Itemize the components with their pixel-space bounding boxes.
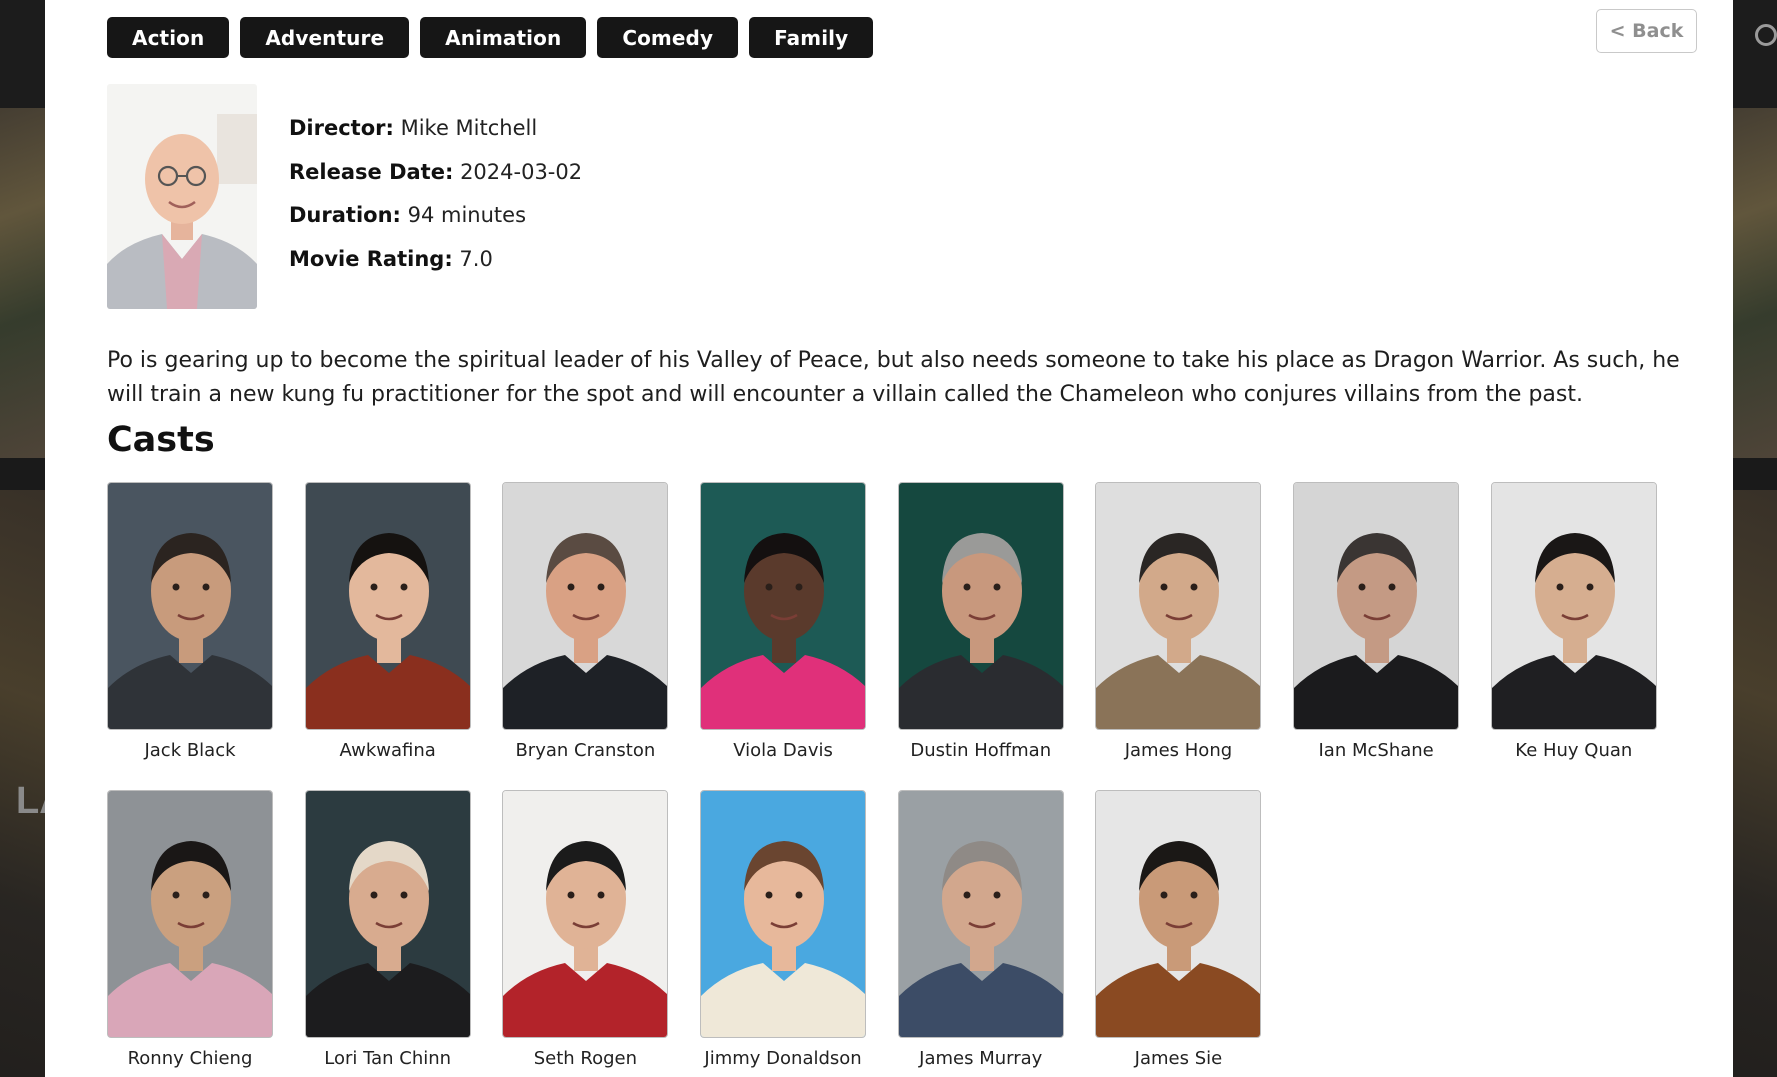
cast-card[interactable]: Viola Davis [700, 482, 867, 761]
cast-photo [1095, 790, 1262, 1038]
duration-label: Duration: [289, 203, 401, 227]
background-left: LA [0, 0, 45, 1077]
cast-photo [107, 790, 273, 1038]
cast-name: Jimmy Donaldson [704, 1048, 862, 1069]
cast-card[interactable]: Dustin Hoffman [897, 482, 1064, 761]
cast-name: James Murray [919, 1048, 1043, 1069]
cast-card[interactable]: Jimmy Donaldson [700, 790, 867, 1069]
cast-photo [1095, 482, 1262, 730]
cast-photo [897, 482, 1064, 730]
cast-card[interactable]: Ronny Chieng [107, 790, 273, 1069]
genre-chip-adventure[interactable]: Adventure [240, 17, 410, 58]
cast-photo [304, 482, 471, 730]
cast-card[interactable]: Ian McShane [1293, 482, 1460, 761]
director-row: Director: Mike Mitchell [289, 113, 582, 157]
background-right [1733, 0, 1777, 1077]
movie-facts: Director: Mike Mitchell Release Date: 20… [289, 113, 582, 287]
rating-row: Movie Rating: 7.0 [289, 244, 582, 288]
cast-card[interactable]: Lori Tan Chinn [304, 790, 471, 1069]
cast-card[interactable]: Ke Huy Quan [1490, 482, 1657, 761]
cast-name: Jack Black [144, 740, 236, 761]
genre-chip-action[interactable]: Action [107, 17, 230, 58]
cast-photo [107, 482, 273, 730]
genre-chip-comedy[interactable]: Comedy [597, 17, 739, 58]
cast-card[interactable]: Jack Black [107, 482, 273, 761]
cast-photo [700, 790, 867, 1038]
genre-list: Action Adventure Animation Comedy Family [107, 17, 874, 58]
cast-name: Ian McShane [1318, 740, 1434, 761]
cast-name: Lori Tan Chinn [324, 1048, 452, 1069]
background-poster-fragment: LA [16, 780, 45, 822]
cast-name: James Hong [1124, 740, 1233, 761]
cast-name: Viola Davis [733, 740, 833, 761]
cast-name: Bryan Cranston [515, 740, 656, 761]
director-label: Director: [289, 116, 394, 140]
cast-photo [897, 790, 1064, 1038]
cast-card[interactable]: James Hong [1095, 482, 1262, 761]
release-date-value: 2024-03-02 [460, 159, 583, 184]
release-date-row: Release Date: 2024-03-02 [289, 157, 582, 201]
duration-row: Duration: 94 minutes [289, 200, 582, 244]
cast-card[interactable]: James Murray [897, 790, 1064, 1069]
cast-card[interactable]: Bryan Cranston [502, 482, 669, 761]
cast-name: Seth Rogen [533, 1048, 638, 1069]
cast-name: Ronny Chieng [127, 1048, 253, 1069]
cast-name: James Sie [1134, 1048, 1223, 1069]
search-icon[interactable] [1755, 24, 1777, 46]
cast-photo [1293, 482, 1460, 730]
movie-detail-panel: Action Adventure Animation Comedy Family… [45, 0, 1733, 1077]
cast-card[interactable]: Seth Rogen [502, 790, 669, 1069]
genre-chip-animation[interactable]: Animation [420, 17, 587, 58]
cast-photo [502, 790, 669, 1038]
cast-photo [1490, 482, 1657, 730]
director-photo [107, 84, 257, 309]
cast-photo [700, 482, 867, 730]
casts-heading: Casts [107, 420, 215, 460]
rating-value: 7.0 [459, 246, 493, 271]
duration-value: 94 minutes [407, 203, 527, 227]
cast-name: Awkwafina [339, 740, 436, 761]
back-button[interactable]: < Back [1596, 9, 1697, 53]
movie-overview: Po is gearing up to become the spiritual… [107, 348, 1680, 407]
rating-label: Movie Rating: [289, 246, 453, 271]
genre-chip-family[interactable]: Family [749, 17, 874, 58]
release-date-label: Release Date: [289, 159, 454, 184]
director-value: Mike Mitchell [400, 116, 538, 140]
cast-photo [502, 482, 669, 730]
cast-photo [304, 790, 471, 1038]
cast-card[interactable]: Awkwafina [304, 482, 471, 761]
cast-card[interactable]: James Sie [1095, 790, 1262, 1069]
cast-grid: Jack Black Awkwafina Bryan Cranston Viola D… [107, 482, 1657, 1069]
cast-name: Ke Huy Quan [1515, 740, 1633, 761]
cast-name: Dustin Hoffman [910, 740, 1052, 761]
